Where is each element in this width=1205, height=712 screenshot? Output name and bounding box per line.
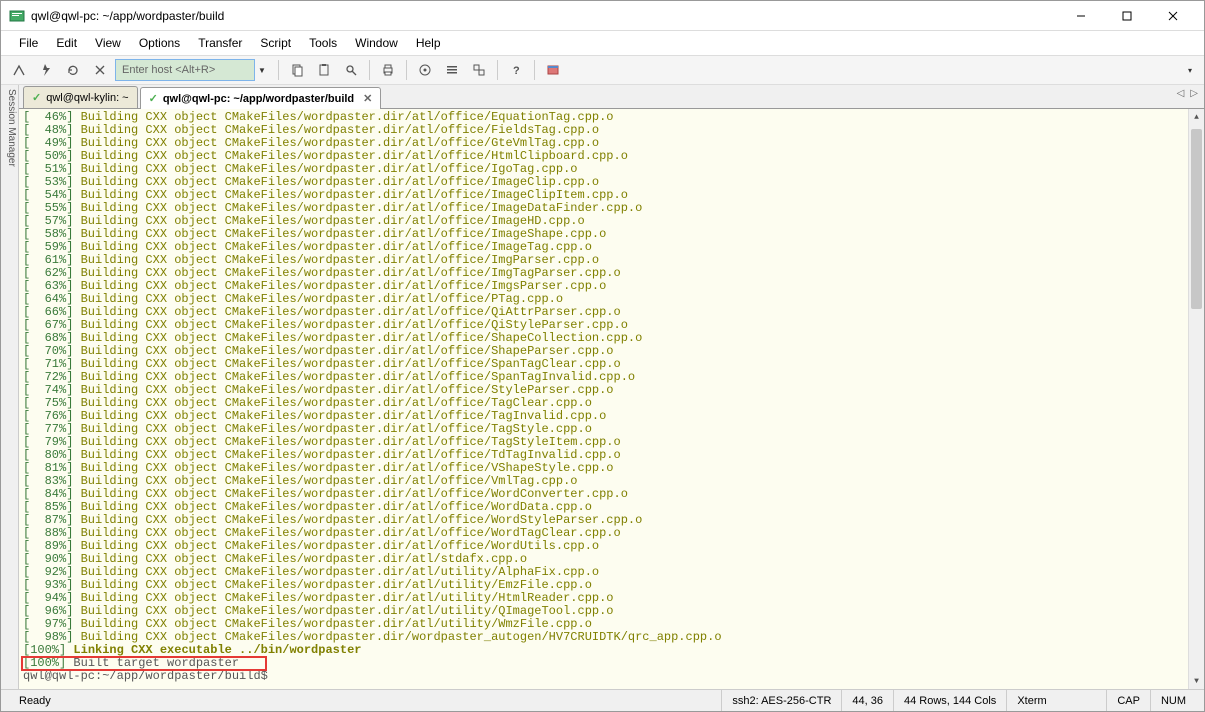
sidebar-label: Session Manager: [6, 89, 17, 167]
toolbar-overflow-icon[interactable]: ▾: [1188, 66, 1192, 75]
toolbar-separator: [369, 60, 370, 80]
menu-window[interactable]: Window: [347, 33, 406, 53]
menubar: File Edit View Options Transfer Script T…: [1, 31, 1204, 55]
host-dropdown-icon[interactable]: ▼: [258, 66, 266, 75]
reconnect-icon[interactable]: [61, 58, 85, 82]
toolbar-separator: [406, 60, 407, 80]
session-manager-sidebar[interactable]: Session Manager: [1, 85, 19, 689]
scroll-down-icon[interactable]: ▼: [1189, 673, 1204, 689]
menu-transfer[interactable]: Transfer: [190, 33, 250, 53]
host-placeholder: Enter host <Alt+R>: [122, 64, 215, 76]
window-title: qwl@qwl-pc: ~/app/wordpaster/build: [31, 9, 1058, 23]
connect-icon[interactable]: [7, 58, 31, 82]
app-icon: [9, 8, 25, 24]
status-term-type: Xterm: [1006, 690, 1106, 711]
settings-icon[interactable]: [440, 58, 464, 82]
maximize-button[interactable]: [1104, 1, 1150, 31]
tab-label: qwl@qwl-pc: ~/app/wordpaster/build: [163, 93, 354, 105]
status-num: NUM: [1150, 690, 1196, 711]
status-connection: ssh2: AES-256-CTR: [721, 690, 841, 711]
tab-nav: ◁ ▷: [1177, 88, 1198, 99]
svg-text:?: ?: [513, 65, 520, 77]
menu-edit[interactable]: Edit: [48, 33, 85, 53]
host-input[interactable]: Enter host <Alt+R>: [115, 59, 255, 81]
menu-help[interactable]: Help: [408, 33, 449, 53]
close-button[interactable]: [1150, 1, 1196, 31]
toolbar: Enter host <Alt+R> ▼ ? ▾: [1, 55, 1204, 85]
print-icon[interactable]: [376, 58, 400, 82]
connected-icon: ✓: [149, 92, 158, 105]
sessions-icon[interactable]: [467, 58, 491, 82]
body: Session Manager ✓ qwl@qwl-kylin: ~ ✓ qwl…: [1, 85, 1204, 689]
tab-label: qwl@qwl-kylin: ~: [46, 92, 128, 104]
session-tabs: ✓ qwl@qwl-kylin: ~ ✓ qwl@qwl-pc: ~/app/w…: [19, 85, 1204, 109]
copy-icon[interactable]: [285, 58, 309, 82]
toolbar-separator: [534, 60, 535, 80]
properties-icon[interactable]: [413, 58, 437, 82]
command-window-icon[interactable]: [541, 58, 565, 82]
menu-script[interactable]: Script: [252, 33, 299, 53]
tab-prev-icon[interactable]: ◁: [1177, 88, 1185, 99]
disconnect-icon[interactable]: [88, 58, 112, 82]
scrollbar[interactable]: ▲ ▼: [1188, 109, 1204, 689]
status-size: 44 Rows, 144 Cols: [893, 690, 1006, 711]
tab-next-icon[interactable]: ▷: [1190, 88, 1198, 99]
statusbar: Ready ssh2: AES-256-CTR 44, 36 44 Rows, …: [1, 689, 1204, 711]
status-cursor-pos: 44, 36: [841, 690, 893, 711]
prompt-line: qwl@qwl-pc:~/app/wordpaster/build$: [23, 670, 1200, 683]
toolbar-separator: [278, 60, 279, 80]
scroll-up-icon[interactable]: ▲: [1189, 109, 1204, 125]
terminal-output[interactable]: [ 46%] Building CXX object CMakeFiles/wo…: [19, 109, 1204, 689]
connected-icon: ✓: [32, 91, 41, 104]
titlebar: qwl@qwl-pc: ~/app/wordpaster/build: [1, 1, 1204, 31]
status-ready: Ready: [9, 690, 721, 711]
menu-file[interactable]: File: [11, 33, 46, 53]
menu-options[interactable]: Options: [131, 33, 188, 53]
tab-session-2[interactable]: ✓ qwl@qwl-pc: ~/app/wordpaster/build ✕: [140, 87, 382, 109]
find-icon[interactable]: [339, 58, 363, 82]
main: ✓ qwl@qwl-kylin: ~ ✓ qwl@qwl-pc: ~/app/w…: [19, 85, 1204, 689]
quick-connect-icon[interactable]: [34, 58, 58, 82]
scroll-thumb[interactable]: [1191, 129, 1202, 309]
window-controls: [1058, 1, 1196, 31]
help-icon[interactable]: ?: [504, 58, 528, 82]
menu-tools[interactable]: Tools: [301, 33, 345, 53]
tab-close-icon[interactable]: ✕: [363, 92, 372, 105]
paste-icon[interactable]: [312, 58, 336, 82]
toolbar-separator: [497, 60, 498, 80]
app-window: qwl@qwl-pc: ~/app/wordpaster/build File …: [0, 0, 1205, 712]
tab-session-1[interactable]: ✓ qwl@qwl-kylin: ~: [23, 86, 138, 108]
menu-view[interactable]: View: [87, 33, 129, 53]
minimize-button[interactable]: [1058, 1, 1104, 31]
status-caps: CAP: [1106, 690, 1150, 711]
